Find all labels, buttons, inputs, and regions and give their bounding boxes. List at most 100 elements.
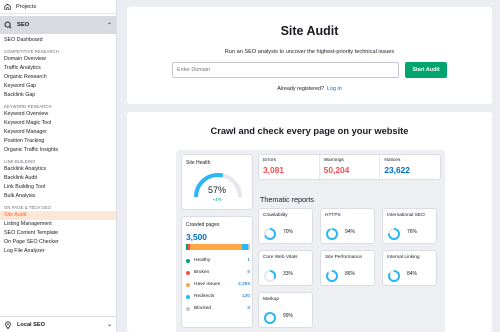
stat-label: Warnings [323, 158, 344, 163]
thematic-card-international-seo[interactable]: International SEO 76% [382, 208, 437, 244]
sidebar-item-domain-overview[interactable]: Domain Overview [0, 55, 116, 64]
sidebar-section-title: KEYWORD RESEARCH [4, 104, 52, 109]
stat-value: 23,622 [384, 165, 410, 175]
thematic-card-core-web-vitals[interactable]: Core Web Vitals 33% [258, 250, 313, 286]
registered-line: Already registered? Log in [127, 86, 492, 92]
sidebar-seo-toggle[interactable]: SEO ⌃ [0, 16, 116, 34]
crawled-pages-value: 3,500 [186, 232, 207, 242]
crawled-pages-label: Crawled pages [186, 222, 220, 228]
legend-label: Healthy [194, 258, 211, 263]
sidebar: Projects SEO ⌃ SEO Dashboard COMPETITIVE… [0, 0, 117, 332]
crawled-pages-bar [186, 244, 250, 250]
site-audit-card: Site Audit Run an SEO analysis to uncove… [127, 7, 492, 104]
site-health-delta: +4% [212, 197, 222, 202]
legend-blocked: Blocked 8 [186, 304, 250, 313]
sidebar-item-organic-traffic-insights[interactable]: Organic Traffic Insights [0, 146, 116, 155]
stat-value: 3,081 [263, 165, 284, 175]
thematic-ring [388, 228, 400, 240]
legend-dot [186, 270, 190, 275]
crawl-card: Crawl and check every page on your websi… [127, 112, 492, 332]
thematic-label: Site Performance [325, 255, 363, 260]
sidebar-item-backlink-analytics[interactable]: Backlink Analytics [0, 165, 116, 174]
stat-label: Notices [384, 158, 401, 163]
legend-have-issues: Have issues 3,359 [186, 280, 250, 289]
sidebar-local-seo-label: Local SEO [17, 321, 45, 328]
page-subtitle: Run an SEO analysis to uncover the highe… [224, 49, 395, 55]
thematic-label: Markup [263, 297, 279, 302]
sidebar-item-organic-research[interactable]: Organic Research [0, 73, 116, 82]
sidebar-item-label: Projects [16, 3, 37, 10]
legend-dot [186, 258, 190, 263]
legend-value: 8 [247, 306, 250, 311]
login-link[interactable]: Log in [327, 86, 342, 92]
sidebar-item-seo-dashboard[interactable]: SEO Dashboard [0, 36, 116, 45]
legend-dot [186, 306, 190, 311]
stat-warnings: Warnings 50,204 [320, 155, 381, 179]
legend-dot [186, 282, 190, 287]
chevron-up-icon: ⌃ [106, 22, 112, 29]
issues-stats-widget: Errors 3,081 Warnings 50,204 Notices 23,… [258, 154, 441, 180]
legend-label: Blocked [194, 306, 212, 311]
sidebar-section-title: ON PAGE & TECH SEO [4, 205, 52, 210]
stat-errors: Errors 3,081 [259, 155, 320, 179]
thematic-reports-title: Thematic reports [260, 195, 314, 204]
legend-broken: Broken 8 [186, 268, 250, 277]
sidebar-item-projects[interactable]: Projects [0, 0, 116, 14]
thematic-ring [326, 270, 338, 282]
sidebar-item-keyword-manager[interactable]: Keyword Manager [0, 128, 116, 137]
thematic-card-crawlability[interactable]: Crawlability 70% [258, 208, 313, 244]
sidebar-item-backlink-gap[interactable]: Backlink Gap [0, 91, 116, 100]
bar-segment-blocked [248, 244, 250, 250]
thematic-value: 76% [407, 229, 418, 235]
sidebar-section-title: COMPETITIVE RESEARCH [4, 49, 59, 54]
thematic-value: 70% [283, 229, 294, 235]
sidebar-item-backlink-audit[interactable]: Backlink Audit [0, 174, 116, 183]
stat-value: 50,204 [323, 165, 350, 175]
sidebar-item-keyword-gap[interactable]: Keyword Gap [0, 82, 116, 91]
sidebar-seo-label: SEO [17, 22, 30, 28]
thematic-ring [388, 270, 400, 282]
thematic-label: Internal Linking [387, 255, 420, 260]
legend-dot [186, 294, 190, 299]
thematic-label: Crawlability [263, 213, 288, 218]
sidebar-item-bulk-analysis[interactable]: Bulk Analysis [0, 192, 116, 201]
sidebar-item-position-tracking[interactable]: Position Tracking [0, 137, 116, 146]
thematic-label: Core Web Vitals [263, 255, 298, 260]
domain-input[interactable] [172, 62, 399, 78]
sidebar-item-on-page-seo-checker[interactable]: On Page SEO Checker [0, 238, 116, 247]
stat-notices: Notices 23,622 [380, 155, 440, 179]
legend-redirects: Redirects 130 [186, 292, 250, 301]
thematic-label: HTTPS [325, 213, 341, 218]
thematic-ring [326, 228, 338, 240]
sidebar-item-link-building-tool[interactable]: Link Building Tool [0, 183, 116, 192]
thematic-value: 33% [283, 271, 294, 277]
sidebar-item-traffic-analytics[interactable]: Traffic Analytics [0, 64, 116, 73]
bar-segment-issues [190, 244, 242, 250]
thematic-ring [264, 270, 276, 282]
sidebar-item-keyword-magic-tool[interactable]: Keyword Magic Tool [0, 119, 116, 128]
crawled-pages-widget: Crawled pages 3,500 Healthy 1 Broken 8 H… [181, 216, 253, 328]
site-health-value: 57% [207, 185, 226, 195]
start-audit-button[interactable]: Start Audit [405, 62, 447, 78]
thematic-card-internal-linking[interactable]: Internal Linking 84% [382, 250, 437, 286]
legend-value: 3,359 [237, 282, 250, 287]
sidebar-item-seo-content-template[interactable]: SEO Content Template [0, 229, 116, 238]
legend-value: 1 [247, 258, 250, 263]
dashboard-preview: Site Health 57% +4% Errors 3,081 Warning… [176, 150, 445, 332]
thematic-ring [264, 228, 276, 240]
legend-value: 8 [247, 270, 250, 275]
thematic-card-https[interactable]: HTTPS 94% [320, 208, 375, 244]
sidebar-item-site-audit[interactable]: Site Audit [0, 211, 116, 220]
sidebar-item-keyword-overview[interactable]: Keyword Overview [0, 110, 116, 119]
sidebar-section-title: LINK BUILDING [4, 159, 36, 164]
sidebar-item-listing-management[interactable]: Listing Management [0, 220, 116, 229]
legend-healthy: Healthy 1 [186, 256, 250, 265]
thematic-ring [264, 312, 276, 324]
home-icon [4, 3, 11, 10]
thematic-card-site-performance[interactable]: Site Performance 86% [320, 250, 375, 286]
sidebar-item-log-file-analyzer[interactable]: Log File Analyzer [0, 247, 116, 256]
location-pin-icon [4, 320, 12, 329]
thematic-card-markup[interactable]: Markup 99% [258, 292, 313, 328]
legend-label: Redirects [194, 294, 215, 299]
sidebar-local-seo-toggle[interactable]: Local SEO ⌄ [0, 316, 116, 332]
